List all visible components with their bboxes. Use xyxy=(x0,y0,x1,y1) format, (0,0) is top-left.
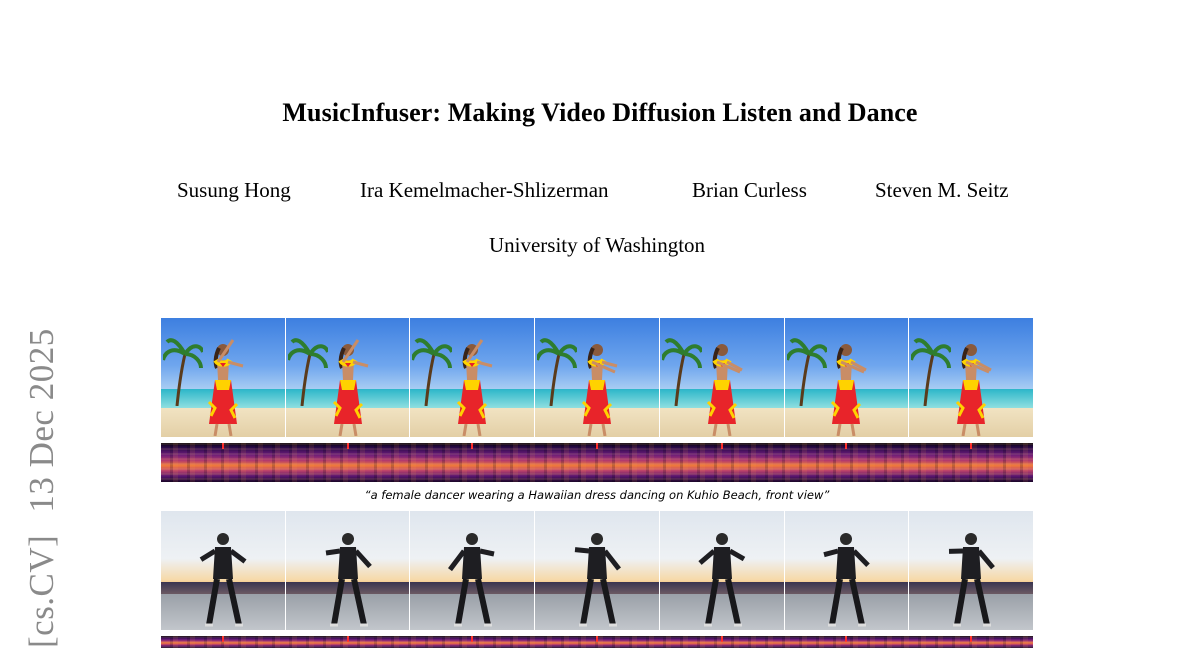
hula-dancer-figure xyxy=(706,344,743,436)
author-name: Steven M. Seitz xyxy=(875,178,1009,202)
street-dancer-figure xyxy=(698,533,745,627)
arxiv-date: 13 Dec 2025 xyxy=(22,328,61,513)
beat-marker xyxy=(346,443,349,449)
beat-marker xyxy=(471,636,474,642)
hula-dancer-figure xyxy=(581,344,618,436)
video-frame xyxy=(409,511,535,630)
audio-spectrogram xyxy=(161,443,1033,482)
beat-marker xyxy=(845,636,848,642)
author-name: Susung Hong xyxy=(177,178,291,202)
video-frame xyxy=(908,318,1034,437)
affiliation: University of Washington xyxy=(488,233,706,257)
hula-dancer-figure xyxy=(332,339,368,436)
hula-dancer-figure xyxy=(956,344,992,436)
beat-marker xyxy=(471,443,474,449)
beat-marker xyxy=(222,443,225,449)
video-frame xyxy=(783,511,909,630)
street-dancer-figure xyxy=(199,533,247,627)
video-frame xyxy=(908,511,1034,630)
beat-marker xyxy=(596,636,598,642)
video-frame xyxy=(161,318,285,437)
street-dancer-figure xyxy=(448,533,495,627)
beat-marker xyxy=(969,636,972,642)
beat-marker xyxy=(845,443,848,449)
hula-dancer-figure xyxy=(457,339,493,436)
audio-spectrogram xyxy=(161,636,1033,648)
video-frame-strip-beach xyxy=(161,318,1034,437)
figure-caption: “a female dancer wearing a Hawaiian dres… xyxy=(364,488,830,502)
video-frame-strip-sunset xyxy=(161,511,1034,630)
hula-dancer-figure xyxy=(207,339,244,436)
beat-marker xyxy=(222,636,225,642)
beat-marker xyxy=(346,636,349,642)
video-frame xyxy=(534,318,659,437)
author-name: Brian Curless xyxy=(692,178,807,202)
hula-dancer-figure xyxy=(831,344,868,436)
video-frame xyxy=(409,318,535,437)
beat-marker xyxy=(596,443,598,449)
street-dancer-figure xyxy=(949,533,996,627)
beat-marker xyxy=(720,443,723,449)
author-list: Susung Hong Ira Kemelmacher-Shlizerman B… xyxy=(0,178,1200,208)
paper-title: MusicInfuser: Making Video Diffusion Lis… xyxy=(282,98,918,127)
author-name: Ira Kemelmacher-Shlizerman xyxy=(360,178,609,202)
arxiv-category: [cs.CV] xyxy=(22,534,61,648)
arxiv-side-stamp: [cs.CV] 13 Dec 2025 xyxy=(22,328,62,648)
video-frame xyxy=(658,318,784,437)
video-frame xyxy=(161,511,285,630)
video-frame xyxy=(284,511,410,630)
video-frame xyxy=(284,318,410,437)
street-dancer-figure xyxy=(325,533,372,627)
video-frame xyxy=(783,318,909,437)
beat-marker xyxy=(720,636,723,642)
street-dancer-figure xyxy=(823,533,871,627)
video-frame xyxy=(658,511,784,630)
street-dancer-figure xyxy=(574,533,621,627)
beat-marker xyxy=(969,443,972,449)
video-frame xyxy=(534,511,659,630)
